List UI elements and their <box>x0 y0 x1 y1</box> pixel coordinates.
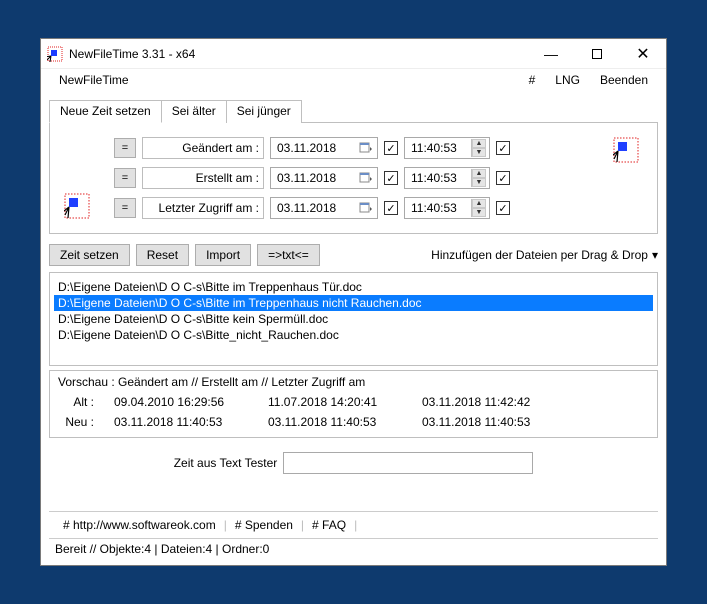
alt-created: 11.07.2018 14:20:41 <box>268 395 402 409</box>
row-accessed: = Letzter Zugriff am : 03.11.2018 ✓ 11:4… <box>60 197 647 219</box>
label-modified: Geändert am : <box>142 137 264 159</box>
date-picker-accessed[interactable]: 03.11.2018 <box>270 197 378 219</box>
alt-modified: 09.04.2010 16:29:56 <box>114 395 248 409</box>
tab-set-new-time[interactable]: Neue Zeit setzen <box>49 100 162 123</box>
checkbox-modified-date[interactable]: ✓ <box>384 141 398 155</box>
menu-bar: NewFileTime # LNG Beenden <box>41 69 666 93</box>
maximize-button[interactable] <box>574 39 620 69</box>
tester-label: Zeit aus Text Tester <box>174 456 278 470</box>
calendar-dropdown-icon[interactable] <box>358 140 374 156</box>
calendar-dropdown-icon[interactable] <box>358 200 374 216</box>
preview-header: Vorschau : Geändert am // Erstellt am //… <box>58 375 649 389</box>
window-controls: — ✕ <box>528 39 666 69</box>
menu-app[interactable]: NewFileTime <box>49 71 139 89</box>
tester-row: Zeit aus Text Tester <box>49 452 658 474</box>
date-value: 03.11.2018 <box>277 141 336 155</box>
date-picker-modified[interactable]: 03.11.2018 <box>270 137 378 159</box>
time-value: 11:40:53 <box>411 141 457 155</box>
neu-accessed: 03.11.2018 11:40:53 <box>422 415 556 429</box>
button-import[interactable]: Import <box>195 244 251 266</box>
chevron-down-icon: ▾ <box>652 248 658 262</box>
time-spinner[interactable]: ▲▼ <box>471 169 486 187</box>
file-list[interactable]: D:\Eigene Dateien\D O C-s\Bitte im Trepp… <box>49 272 658 366</box>
preview-row-alt: Alt : 09.04.2010 16:29:56 11.07.2018 14:… <box>58 395 649 409</box>
tester-input[interactable] <box>283 452 533 474</box>
link-donate[interactable]: # Spenden <box>227 518 301 532</box>
row-created: = Erstellt am : 03.11.2018 ✓ 11:40:53 ▲▼… <box>60 167 647 189</box>
file-item-selected[interactable]: D:\Eigene Dateien\D O C-s\Bitte im Trepp… <box>54 295 653 311</box>
time-spinner[interactable]: ▲▼ <box>471 199 486 217</box>
drag-drop-label[interactable]: Hinzufügen der Dateien per Drag & Drop ▾ <box>431 248 658 262</box>
menu-lng[interactable]: LNG <box>545 71 590 89</box>
tab-be-younger[interactable]: Sei jünger <box>227 100 302 123</box>
neu-modified: 03.11.2018 11:40:53 <box>114 415 248 429</box>
date-picker-created[interactable]: 03.11.2018 <box>270 167 378 189</box>
neu-label: Neu : <box>58 415 94 429</box>
row-modified: = Geändert am : 03.11.2018 ✓ 11:40:53 ▲▼… <box>60 137 647 159</box>
time-picker-accessed[interactable]: 11:40:53 ▲▼ <box>404 197 490 219</box>
calendar-dropdown-icon[interactable] <box>358 170 374 186</box>
minimize-button[interactable]: — <box>528 39 574 69</box>
file-item[interactable]: D:\Eigene Dateien\D O C-s\Bitte_nicht_Ra… <box>54 327 653 343</box>
label-created: Erstellt am : <box>142 167 264 189</box>
file-item[interactable]: D:\Eigene Dateien\D O C-s\Bitte kein Spe… <box>54 311 653 327</box>
button-reset[interactable]: Reset <box>136 244 189 266</box>
menu-hash[interactable]: # <box>519 71 546 89</box>
file-item[interactable]: D:\Eigene Dateien\D O C-s\Bitte im Trepp… <box>54 279 653 295</box>
date-value: 03.11.2018 <box>277 201 336 215</box>
checkbox-modified-time[interactable]: ✓ <box>496 141 510 155</box>
link-faq[interactable]: # FAQ <box>304 518 354 532</box>
button-export-txt[interactable]: =>txt<= <box>257 244 320 266</box>
bottom-links: # http://www.softwareok.com | # Spenden … <box>49 511 658 538</box>
time-value: 11:40:53 <box>411 201 457 215</box>
alt-accessed: 03.11.2018 11:42:42 <box>422 395 556 409</box>
tab-be-older[interactable]: Sei älter <box>162 100 227 123</box>
app-icon <box>47 46 63 62</box>
preview-row-neu: Neu : 03.11.2018 11:40:53 03.11.2018 11:… <box>58 415 649 429</box>
action-row: Zeit setzen Reset Import =>txt<= Hinzufü… <box>49 244 658 266</box>
title-bar: NewFileTime 3.31 - x64 — ✕ <box>41 39 666 69</box>
tab-strip: Neue Zeit setzen Sei älter Sei jünger <box>49 99 658 123</box>
label-accessed: Letzter Zugriff am : <box>142 197 264 219</box>
clock-icon-left[interactable] <box>64 193 90 219</box>
date-value: 03.11.2018 <box>277 171 336 185</box>
eq-button[interactable]: = <box>114 168 136 188</box>
time-grid: = Geändert am : 03.11.2018 ✓ 11:40:53 ▲▼… <box>60 137 647 219</box>
clock-icon[interactable] <box>613 137 639 163</box>
alt-label: Alt : <box>58 395 94 409</box>
checkbox-created-time[interactable]: ✓ <box>496 171 510 185</box>
eq-button[interactable]: = <box>114 138 136 158</box>
time-spinner[interactable]: ▲▼ <box>471 139 486 157</box>
checkbox-created-date[interactable]: ✓ <box>384 171 398 185</box>
checkbox-accessed-date[interactable]: ✓ <box>384 201 398 215</box>
time-picker-created[interactable]: 11:40:53 ▲▼ <box>404 167 490 189</box>
time-picker-modified[interactable]: 11:40:53 ▲▼ <box>404 137 490 159</box>
time-value: 11:40:53 <box>411 171 457 185</box>
client-area: Neue Zeit setzen Sei älter Sei jünger = … <box>41 93 666 565</box>
preview-panel: Vorschau : Geändert am // Erstellt am //… <box>49 370 658 438</box>
link-homepage[interactable]: # http://www.softwareok.com <box>55 518 224 532</box>
app-window: NewFileTime 3.31 - x64 — ✕ NewFileTime #… <box>40 38 667 566</box>
window-title: NewFileTime 3.31 - x64 <box>69 47 528 61</box>
status-bar: Bereit // Objekte:4 | Dateien:4 | Ordner… <box>49 538 658 561</box>
menu-quit[interactable]: Beenden <box>590 71 658 89</box>
tab-panel: = Geändert am : 03.11.2018 ✓ 11:40:53 ▲▼… <box>49 123 658 234</box>
button-set-time[interactable]: Zeit setzen <box>49 244 130 266</box>
close-button[interactable]: ✕ <box>620 39 666 69</box>
eq-button[interactable]: = <box>114 198 136 218</box>
neu-created: 03.11.2018 11:40:53 <box>268 415 402 429</box>
checkbox-accessed-time[interactable]: ✓ <box>496 201 510 215</box>
